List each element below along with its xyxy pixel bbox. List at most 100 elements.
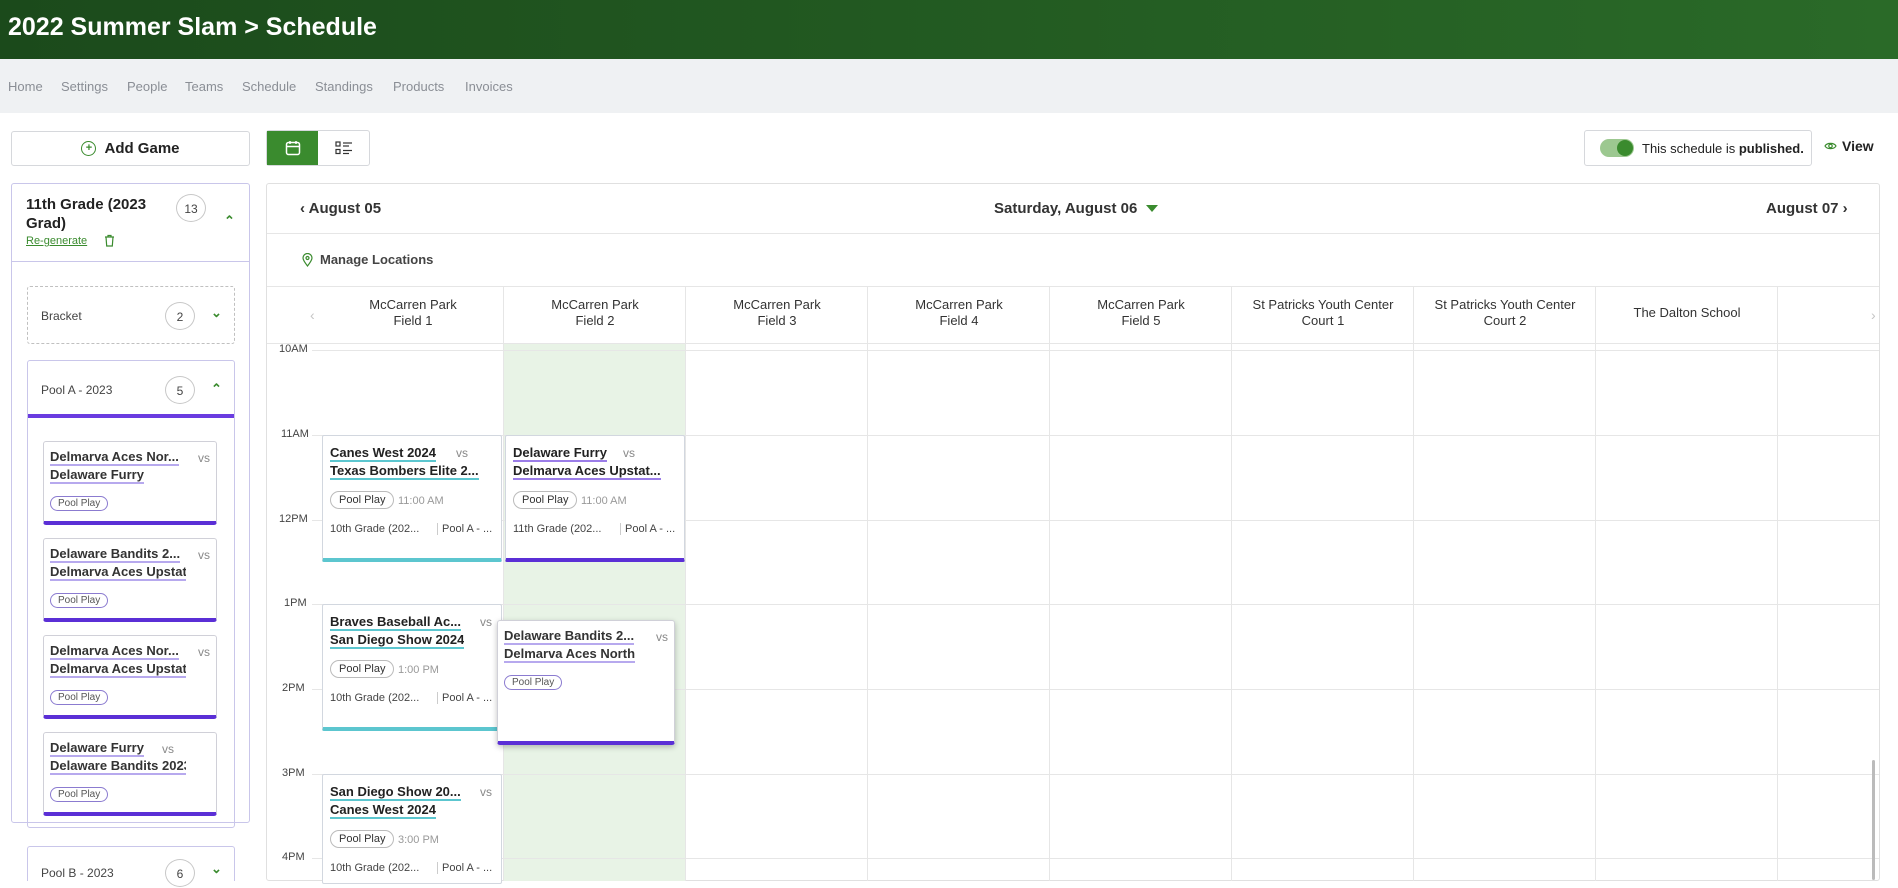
hour-line — [312, 858, 1879, 859]
game-division: 10th Grade (202... — [330, 862, 420, 874]
nav-standings[interactable]: Standings — [315, 79, 373, 94]
view-label: View — [1842, 138, 1874, 154]
scroll-right-icon[interactable]: › — [1871, 307, 1876, 323]
time-label: 12PM — [279, 513, 308, 525]
vs-label: vs — [656, 630, 668, 644]
pool-b-count: 6 — [165, 859, 195, 887]
location-header: St Patricks Youth Center Court 2 — [1414, 297, 1596, 329]
vs-label: vs — [480, 785, 492, 799]
grid-line — [685, 287, 686, 881]
calendar-view-button[interactable] — [267, 131, 318, 165]
chevron-up-icon[interactable]: ⌃ — [224, 213, 235, 229]
game-card[interactable]: Delaware Furry vs Delmarva Aces Upstat..… — [505, 435, 685, 562]
team-away: San Diego Show 2024 — [330, 632, 465, 649]
nav-schedule[interactable]: Schedule — [242, 79, 296, 94]
vs-label: vs — [480, 615, 492, 629]
nav-people[interactable]: People — [127, 79, 167, 94]
team-home: Delmarva Aces Nor... — [50, 643, 179, 660]
location-header: The Dalton School — [1596, 305, 1778, 321]
bracket-group[interactable]: Bracket 2 ⌄ — [27, 286, 235, 344]
team-away: Delmarva Aces Upstat... — [50, 564, 186, 581]
manage-locations-label: Manage Locations — [320, 252, 434, 267]
pool-play-tag: Pool Play — [504, 675, 563, 690]
pool-play-tag: Pool Play — [330, 660, 395, 678]
panel-divider — [11, 261, 250, 262]
nav-products[interactable]: Products — [393, 79, 444, 94]
team-away: Delmarva Aces Upstat... — [50, 661, 186, 678]
unscheduled-game-card[interactable]: Delaware Bandits 2... vs Delmarva Aces U… — [43, 538, 217, 622]
chevron-down-icon[interactable]: ⌄ — [211, 305, 222, 321]
game-card[interactable]: Canes West 2024 vs Texas Bombers Elite 2… — [322, 435, 502, 562]
list-view-button[interactable] — [318, 131, 369, 165]
game-card[interactable]: San Diego Show 20... vs Canes West 2024 … — [322, 774, 502, 884]
trash-icon[interactable] — [104, 234, 115, 252]
team-home: Braves Baseball Ac... — [330, 614, 462, 631]
divider — [267, 343, 1879, 344]
location-name: St Patricks Youth Center — [1434, 297, 1576, 312]
time-label: 2PM — [282, 682, 305, 694]
game-pool: Pool A - ... — [437, 692, 492, 704]
nav-settings[interactable]: Settings — [61, 79, 108, 94]
team-away: Texas Bombers Elite 2... — [330, 463, 479, 480]
location-header: McCarren Park Field 2 — [504, 297, 686, 329]
nav-teams[interactable]: Teams — [185, 79, 223, 94]
regenerate-link[interactable]: Re-generate — [26, 235, 87, 247]
caret-down-icon[interactable] — [1146, 205, 1158, 212]
list-icon — [334, 141, 352, 155]
location-name: McCarren Park — [369, 297, 457, 312]
page-header: 2022 Summer Slam > Schedule — [0, 0, 1898, 59]
pool-b-group[interactable]: Pool B - 2023 6 ⌄ — [27, 846, 235, 887]
nav-invoices[interactable]: Invoices — [465, 79, 513, 94]
publish-status: published. — [1738, 140, 1804, 156]
view-link[interactable]: View — [1824, 138, 1874, 154]
game-time: 11:00 AM — [581, 495, 627, 507]
pool-b-label: Pool B - 2023 — [41, 866, 114, 880]
publish-toggle[interactable]: This schedule is published. — [1584, 130, 1812, 166]
sub-navigation: Home Settings People Teams Schedule Stan… — [0, 59, 1898, 113]
scroll-left-icon[interactable]: ‹ — [310, 307, 315, 323]
grid-line — [1777, 287, 1778, 881]
chevron-down-icon[interactable]: ⌄ — [211, 861, 222, 877]
current-date[interactable]: Saturday, August 06 — [994, 200, 1137, 217]
location-name: McCarren Park — [551, 297, 639, 312]
chevron-up-icon[interactable]: ⌃ — [211, 381, 222, 397]
calendar-icon — [285, 141, 300, 156]
highlighted-drop-column — [504, 343, 686, 881]
game-division: 10th Grade (202... — [330, 692, 420, 704]
location-header: McCarren Park Field 5 — [1050, 297, 1232, 329]
scrollbar-thumb[interactable] — [1872, 760, 1875, 880]
next-day-button[interactable]: August 07 › — [1766, 200, 1848, 217]
team-home: Delaware Furry — [50, 740, 144, 757]
pool-play-tag: Pool Play — [513, 491, 578, 509]
add-game-label: Add Game — [104, 140, 180, 157]
grid-line — [503, 287, 504, 881]
previous-day-button[interactable]: ‹ August 05 — [300, 200, 381, 217]
dragging-game-card[interactable]: Delaware Bandits 2... vs Delmarva Aces N… — [497, 620, 675, 745]
next-day-label: August 07 — [1766, 200, 1839, 217]
game-pool: Pool A - ... — [437, 862, 492, 874]
hour-line — [312, 350, 1879, 351]
location-sub: Field 3 — [757, 313, 797, 328]
division-title: 11th Grade (2023 Grad) — [26, 196, 147, 232]
pool-play-tag: Pool Play — [330, 491, 395, 509]
grid-line — [1231, 287, 1232, 881]
team-away: Delaware Bandits 2023 — [50, 758, 186, 775]
game-card[interactable]: Braves Baseball Ac... vs San Diego Show … — [322, 604, 502, 731]
location-sub: Court 1 — [1301, 313, 1345, 328]
vs-label: vs — [456, 446, 468, 460]
team-home: Delaware Bandits 2... — [50, 546, 181, 563]
unscheduled-game-card[interactable]: Delmarva Aces Nor... vs Delmarva Aces Up… — [43, 635, 217, 719]
unscheduled-game-card[interactable]: Delmarva Aces Nor... vs Delaware Furry P… — [43, 441, 217, 525]
manage-locations-link[interactable]: Manage Locations — [302, 252, 433, 267]
time-label: 11AM — [281, 428, 309, 440]
bracket-label: Bracket — [41, 309, 82, 323]
location-sub: Field 1 — [393, 313, 433, 328]
view-toggle — [266, 130, 370, 166]
unscheduled-game-card[interactable]: Delaware Furry vs Delaware Bandits 2023 … — [43, 732, 217, 816]
add-game-button[interactable]: + Add Game — [11, 131, 250, 166]
team-away: Delmarva Aces North — [504, 646, 636, 663]
grid-line — [1595, 287, 1596, 881]
game-division: 11th Grade (202... — [513, 523, 602, 535]
nav-home[interactable]: Home — [8, 79, 43, 94]
publish-switch[interactable] — [1600, 139, 1634, 157]
